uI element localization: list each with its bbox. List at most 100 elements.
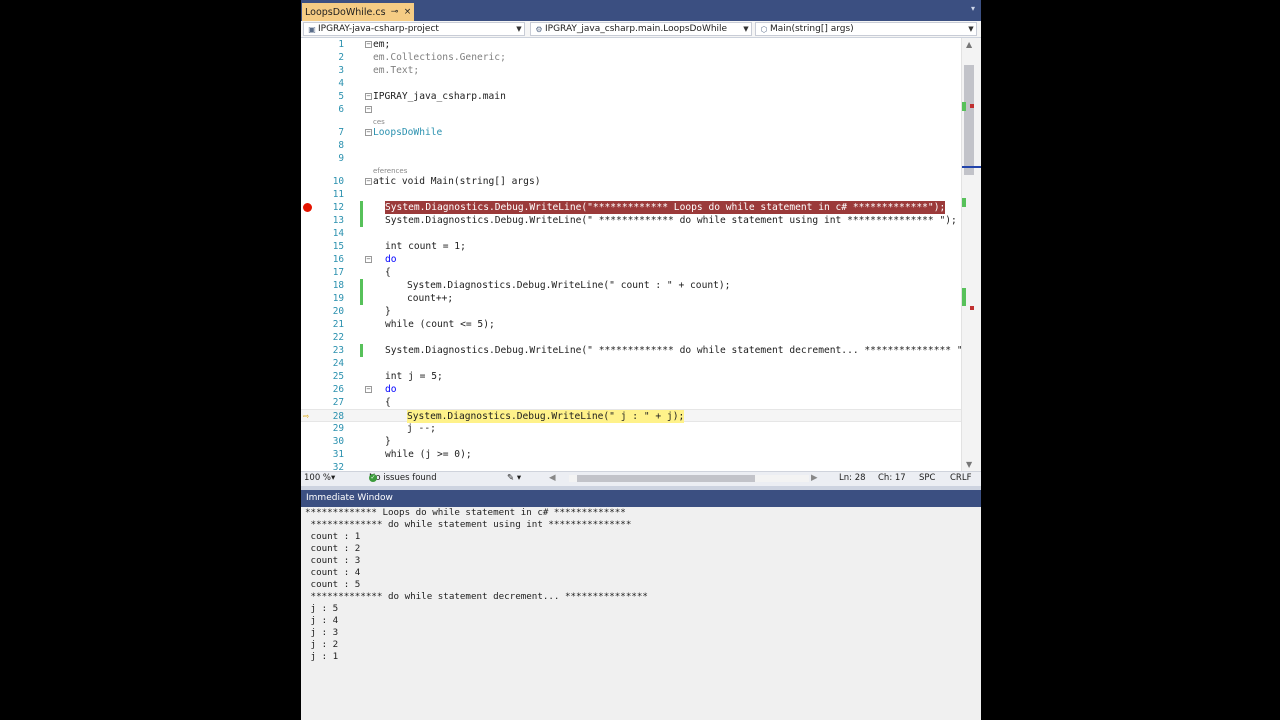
code-text[interactable]: System.Diagnostics.Debug.WriteLine(" ***… [385,344,961,357]
collapse-icon[interactable]: − [365,256,372,263]
scroll-up-icon[interactable]: ▲ [966,40,972,49]
code-text[interactable]: } [385,435,391,448]
collapse-icon[interactable]: − [365,129,372,136]
code-text[interactable]: { [385,396,391,409]
code-line[interactable]: 31 while (j >= 0); [301,448,961,461]
code-text[interactable]: int count = 1; [385,240,466,253]
code-line[interactable]: 3 em.Text; [301,64,961,77]
code-line[interactable]: 30 } [301,435,961,448]
code-line[interactable]: 14 [301,227,961,240]
code-text[interactable]: while (count <= 5); [385,318,495,331]
line-number: 21 [332,319,344,330]
code-text[interactable]: em.Text; [373,64,419,77]
code-text[interactable]: em; [373,38,390,51]
code-line[interactable]: 17 { [301,266,961,279]
scroll-down-icon[interactable]: ▼ [966,460,972,469]
issues-text: No issues found [369,473,437,483]
immediate-window-title[interactable]: Immediate Window [301,490,981,507]
member-dropdown[interactable]: ⬡ Main(string[] args) ▼ [755,22,977,36]
collapse-icon[interactable]: − [365,106,372,113]
code-line[interactable]: 11 [301,188,961,201]
code-text[interactable]: count++; [407,292,453,305]
column-indicator[interactable]: Ch: 17 [878,473,906,483]
code-text[interactable]: j --; [407,422,436,435]
code-line[interactable]: 4 [301,77,961,90]
code-cleanup-icon[interactable]: ✎ ▾ [507,473,521,483]
pin-icon[interactable]: ⊸ [388,7,401,17]
code-line[interactable]: 32 [301,461,961,471]
code-line[interactable]: 6 − [301,103,961,116]
code-text[interactable]: atic void Main(string[] args) [373,175,541,188]
collapse-icon[interactable]: − [365,386,372,393]
code-text[interactable]: LoopsDoWhile [373,126,442,139]
code-line[interactable]: 26 − do [301,383,961,396]
line-indicator[interactable]: Ln: 28 [839,473,866,483]
code-line-breakpoint[interactable]: 12 System.Diagnostics.Debug.WriteLine("*… [301,201,961,214]
chevron-down-icon: ▼ [516,25,522,33]
code-line[interactable]: 20 } [301,305,961,318]
zoom-dropdown-icon[interactable]: ▾ [331,473,335,483]
code-line-current[interactable]: ⇨ 28 System.Diagnostics.Debug.WriteLine(… [301,409,961,423]
zoom-level[interactable]: 100 % [304,473,331,483]
code-line[interactable]: 16 − do [301,253,961,266]
code-line[interactable]: 24 [301,357,961,370]
code-line[interactable]: 9 [301,152,961,165]
code-text[interactable]: while (j >= 0); [385,448,472,461]
code-text[interactable]: System.Diagnostics.Debug.WriteLine("****… [385,201,946,214]
code-line[interactable]: 13 System.Diagnostics.Debug.WriteLine(" … [301,214,961,227]
vertical-scrollbar[interactable]: ▲ ▼ [961,38,981,471]
scroll-right-icon[interactable]: ▶ [811,473,818,483]
line-number: 10 [332,176,344,187]
tab-loopsdowhile[interactable]: LoopsDoWhile.cs ⊸ × [302,3,414,21]
method-icon: ⬡ [760,24,768,34]
project-dropdown[interactable]: ▣ IPGRAY-java-csharp-project ▼ [303,22,525,36]
code-line[interactable]: 25 int j = 5; [301,370,961,383]
code-text[interactable]: do [385,253,397,266]
line-number: 12 [332,202,344,213]
code-text[interactable]: { [385,266,391,279]
code-text[interactable]: } [385,305,391,318]
code-line[interactable]: 10 − atic void Main(string[] args) [301,175,961,188]
code-text[interactable]: System.Diagnostics.Debug.WriteLine(" cou… [407,279,730,292]
code-line[interactable]: 1 − em; [301,38,961,51]
collapse-icon[interactable]: − [365,41,372,48]
code-editor[interactable]: 1 − em; 2 em.Collections.Generic; 3 em.T… [301,38,981,471]
code-line[interactable]: 23 System.Diagnostics.Debug.WriteLine(" … [301,344,961,357]
code-line[interactable]: 15 int count = 1; [301,240,961,253]
code-line[interactable]: 19 count++; [301,292,961,305]
collapse-icon[interactable]: − [365,93,372,100]
code-line[interactable]: 5 − IPGRAY_java_csharp.main [301,90,961,103]
collapse-icon[interactable]: − [365,178,372,185]
line-ending-indicator[interactable]: CRLF [950,473,971,483]
code-line[interactable]: 7 − LoopsDoWhile [301,126,961,139]
line-number: 13 [332,215,344,226]
code-line[interactable]: 8 [301,139,961,152]
output-line: count : 3 [305,555,361,566]
whitespace-indicator[interactable]: SPC [919,473,935,483]
code-line[interactable]: 27 { [301,396,961,409]
close-icon[interactable]: × [401,7,414,17]
class-dropdown[interactable]: ⚙ IPGRAY_java_csharp.main.LoopsDoWhile ▼ [530,22,752,36]
code-line[interactable]: 21 while (count <= 5); [301,318,961,331]
scroll-thumb[interactable] [964,65,974,175]
breakpoint-marker [970,104,974,108]
code-line[interactable]: 29 j --; [301,422,961,435]
editor-status-bar: 100 % ▾ ✓ No issues found ✎ ▾ ◀ ▶ Ln: 28… [301,471,981,486]
code-text[interactable]: System.Diagnostics.Debug.WriteLine(" ***… [385,214,957,227]
code-line[interactable]: 22 [301,331,961,344]
code-text[interactable]: do [385,383,397,396]
issues-indicator[interactable]: ✓ No issues found [369,473,437,483]
scroll-left-icon[interactable]: ◀ [549,473,556,483]
immediate-window-output[interactable]: ************* Loops do while statement i… [301,507,981,720]
code-text[interactable]: int j = 5; [385,370,443,383]
tab-overflow-icon[interactable]: ▾ [971,4,975,13]
code-line[interactable]: 18 System.Diagnostics.Debug.WriteLine(" … [301,279,961,292]
code-line[interactable]: 2 em.Collections.Generic; [301,51,961,64]
horizontal-scroll-thumb[interactable] [577,475,755,482]
code-area[interactable]: 1 − em; 2 em.Collections.Generic; 3 em.T… [301,38,961,471]
class-icon: ⚙ [535,24,543,34]
code-text[interactable]: IPGRAY_java_csharp.main [373,90,506,103]
horizontal-scrollbar[interactable] [569,475,809,482]
class-name: IPGRAY_java_csharp.main.LoopsDoWhile [545,24,728,34]
code-text[interactable]: em.Collections.Generic; [373,51,506,64]
